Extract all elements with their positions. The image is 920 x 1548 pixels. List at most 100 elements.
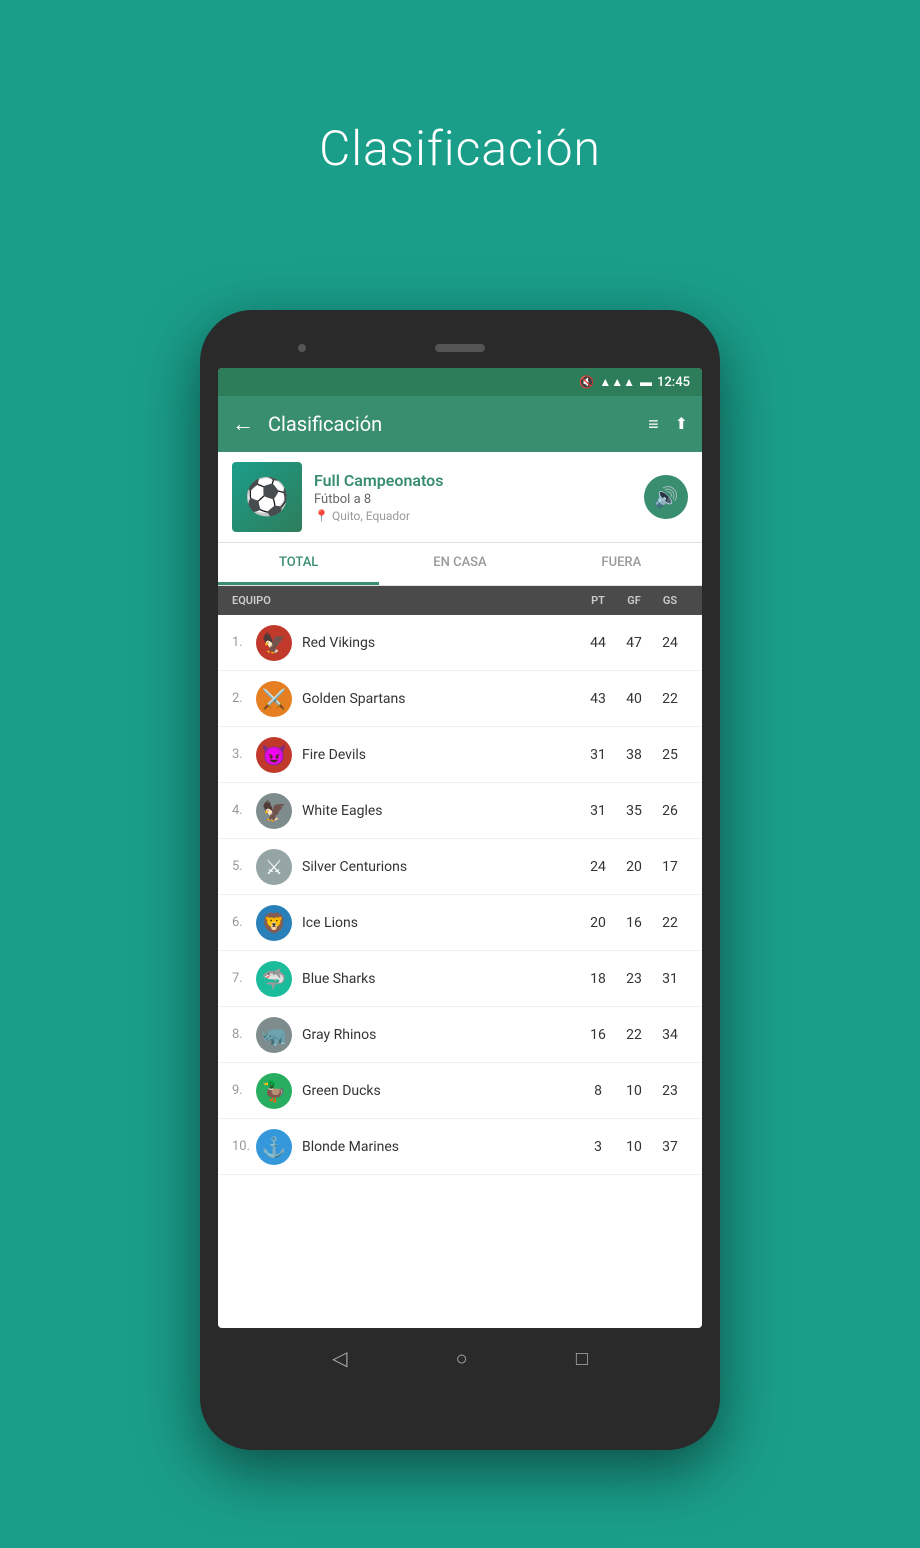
team-name: Golden Spartans — [302, 691, 580, 707]
row-rank: 8. — [232, 1027, 256, 1042]
team-name: Fire Devils — [302, 747, 580, 763]
back-button[interactable]: ← — [232, 411, 254, 437]
team-pt: 18 — [580, 971, 616, 987]
table-row[interactable]: 8. 🦏 Gray Rhinos 16 22 34 — [218, 1007, 702, 1063]
team-name: Gray Rhinos — [302, 1027, 580, 1043]
team-pt: 24 — [580, 859, 616, 875]
team-gs: 26 — [652, 803, 688, 819]
row-rank: 3. — [232, 747, 256, 762]
team-gs: 22 — [652, 915, 688, 931]
team-name: Blue Sharks — [302, 971, 580, 987]
row-rank: 2. — [232, 691, 256, 706]
team-gf: 38 — [616, 747, 652, 763]
row-rank: 9. — [232, 1083, 256, 1098]
tab-fuera[interactable]: FUERA — [541, 543, 702, 585]
team-pt: 20 — [580, 915, 616, 931]
signal-icon: ▲▲▲ — [599, 375, 635, 389]
team-name: Green Ducks — [302, 1083, 580, 1099]
list-icon[interactable]: ≡ — [648, 414, 659, 435]
phone-frame: 🔇 ▲▲▲ ▬ 12:45 ← Clasificación ≡ ⬆ ⚽ Full… — [200, 310, 720, 1450]
league-location: 📍 Quito, Equador — [314, 509, 632, 523]
team-gf: 16 — [616, 915, 652, 931]
app-bar-icons: ≡ ⬆ — [648, 414, 688, 435]
team-name: Ice Lions — [302, 915, 580, 931]
team-pt: 44 — [580, 635, 616, 651]
table-row[interactable]: 4. 🦅 White Eagles 31 35 26 — [218, 783, 702, 839]
team-logo: 🦏 — [256, 1017, 292, 1053]
team-gf: 10 — [616, 1139, 652, 1155]
col-header-pt: pt — [580, 594, 616, 607]
team-logo: ⚔ — [256, 849, 292, 885]
location-icon: 📍 — [314, 509, 329, 523]
row-rank: 5. — [232, 859, 256, 874]
battery-icon: ▬ — [640, 375, 652, 389]
team-name: White Eagles — [302, 803, 580, 819]
table-row[interactable]: 9. 🦆 Green Ducks 8 10 23 — [218, 1063, 702, 1119]
col-header-gs: gs — [652, 594, 688, 607]
nav-recents-button[interactable]: □ — [576, 1346, 588, 1371]
phone-camera — [298, 344, 306, 352]
tab-en-casa[interactable]: EN CASA — [379, 543, 540, 585]
table-row[interactable]: 2. ⚔️ Golden Spartans 43 40 22 — [218, 671, 702, 727]
team-pt: 16 — [580, 1027, 616, 1043]
nav-home-button[interactable]: ○ — [456, 1346, 468, 1371]
table-row[interactable]: 6. 🦁 Ice Lions 20 16 22 — [218, 895, 702, 951]
team-logo: 🦅 — [256, 793, 292, 829]
team-name: Blonde Marines — [302, 1139, 580, 1155]
table-header: EQUIPO pt gf gs — [218, 586, 702, 615]
team-logo: 🦆 — [256, 1073, 292, 1109]
col-header-gf: gf — [616, 594, 652, 607]
team-gs: 17 — [652, 859, 688, 875]
row-rank: 4. — [232, 803, 256, 818]
team-logo: ⚔️ — [256, 681, 292, 717]
team-gs: 34 — [652, 1027, 688, 1043]
team-gs: 22 — [652, 691, 688, 707]
team-gf: 35 — [616, 803, 652, 819]
team-pt: 43 — [580, 691, 616, 707]
status-bar: 🔇 ▲▲▲ ▬ 12:45 — [218, 368, 702, 396]
team-pt: 31 — [580, 747, 616, 763]
mute-icon: 🔇 — [579, 375, 594, 389]
status-icons: 🔇 ▲▲▲ ▬ 12:45 — [579, 375, 690, 390]
league-logo: ⚽ — [232, 462, 302, 532]
table-row[interactable]: 7. 🦈 Blue Sharks 18 23 31 — [218, 951, 702, 1007]
col-header-team: EQUIPO — [232, 594, 580, 607]
tab-total[interactable]: TOTAL — [218, 543, 379, 585]
team-gf: 10 — [616, 1083, 652, 1099]
table-row[interactable]: 10. ⚓ Blonde Marines 3 10 37 — [218, 1119, 702, 1175]
team-gs: 31 — [652, 971, 688, 987]
team-gf: 23 — [616, 971, 652, 987]
team-logo: ⚓ — [256, 1129, 292, 1165]
row-rank: 6. — [232, 915, 256, 930]
tabs: TOTAL EN CASA FUERA — [218, 543, 702, 586]
team-gs: 23 — [652, 1083, 688, 1099]
team-gs: 37 — [652, 1139, 688, 1155]
table-row[interactable]: 1. 🦅 Red Vikings 44 47 24 — [218, 615, 702, 671]
team-gs: 25 — [652, 747, 688, 763]
share-icon[interactable]: ⬆ — [675, 414, 688, 435]
nav-back-button[interactable]: ◁ — [332, 1346, 347, 1370]
phone-bottom-nav: ◁ ○ □ — [218, 1328, 702, 1388]
team-pt: 31 — [580, 803, 616, 819]
phone-top-bar — [218, 328, 702, 368]
app-bar: ← Clasificación ≡ ⬆ — [218, 396, 702, 452]
row-rank: 7. — [232, 971, 256, 986]
team-gf: 20 — [616, 859, 652, 875]
team-pt: 3 — [580, 1139, 616, 1155]
audio-icon: 🔊 — [654, 485, 679, 509]
table-row[interactable]: 5. ⚔ Silver Centurions 24 20 17 — [218, 839, 702, 895]
phone-screen: 🔇 ▲▲▲ ▬ 12:45 ← Clasificación ≡ ⬆ ⚽ Full… — [218, 368, 702, 1328]
team-logo: 😈 — [256, 737, 292, 773]
team-gf: 22 — [616, 1027, 652, 1043]
table-row[interactable]: 3. 😈 Fire Devils 31 38 25 — [218, 727, 702, 783]
page-title: Clasificación — [319, 120, 601, 177]
app-bar-title: Clasificación — [268, 412, 634, 436]
audio-button[interactable]: 🔊 — [644, 475, 688, 519]
status-time: 12:45 — [657, 375, 690, 390]
team-logo: 🦈 — [256, 961, 292, 997]
league-header: ⚽ Full Campeonatos Fútbol a 8 📍 Quito, E… — [218, 452, 702, 543]
row-rank: 10. — [232, 1139, 256, 1154]
team-logo: 🦅 — [256, 625, 292, 661]
team-gf: 40 — [616, 691, 652, 707]
team-name: Red Vikings — [302, 635, 580, 651]
